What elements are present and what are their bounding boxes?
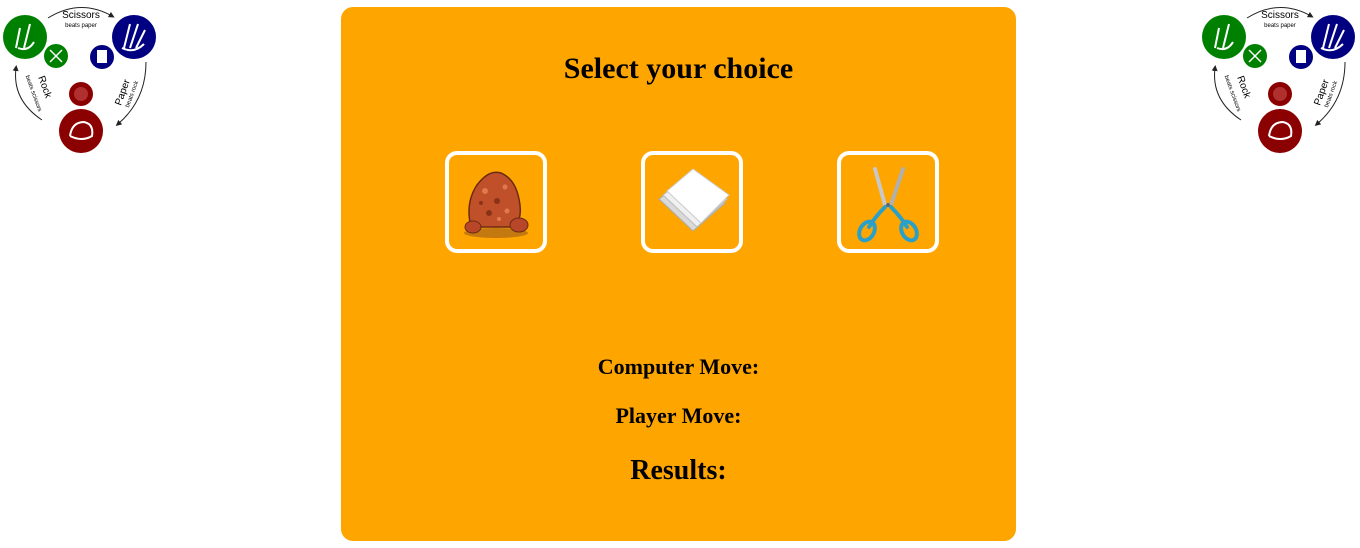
results-label: Results: bbox=[630, 455, 727, 486]
rock-icon bbox=[464, 171, 529, 238]
scissors-hand-icon bbox=[3, 15, 47, 59]
player-move-label: Player Move: bbox=[615, 403, 742, 428]
scissors-hand-icon bbox=[1202, 15, 1246, 59]
rps-rules-image: Scissors beats paper Paper beats rock Ro… bbox=[1202, 7, 1355, 153]
paper-choice-button[interactable] bbox=[641, 151, 743, 253]
rock-choice-button[interactable] bbox=[445, 151, 547, 253]
svg-text:Scissors: Scissors bbox=[1261, 10, 1299, 21]
scissors-choice-button[interactable] bbox=[837, 151, 939, 253]
computer-move-label: Computer Move: bbox=[597, 354, 760, 379]
page: Scissors beats paper Paper beats rock Ro… bbox=[0, 0, 1360, 548]
svg-text:Scissors: Scissors bbox=[62, 10, 100, 21]
svg-text:beats paper: beats paper bbox=[1264, 23, 1296, 29]
rules-diagram-left: Scissors beats paper Paper beats rock Ro… bbox=[0, 0, 160, 156]
game-card: Select your choice Computer Move: Player… bbox=[341, 7, 1016, 541]
rock-hand-icon bbox=[59, 109, 103, 153]
paper-icon bbox=[658, 168, 730, 232]
rps-rules-image: Scissors beats paper Paper beats rock Ro… bbox=[3, 7, 156, 153]
scissors-icon bbox=[857, 167, 919, 243]
rules-diagram-right: Scissors beats paper Paper beats rock Ro… bbox=[1199, 0, 1359, 156]
svg-text:beats paper: beats paper bbox=[65, 23, 97, 29]
page-title: Select your choice bbox=[563, 52, 794, 85]
rock-hand-icon bbox=[1258, 109, 1302, 153]
